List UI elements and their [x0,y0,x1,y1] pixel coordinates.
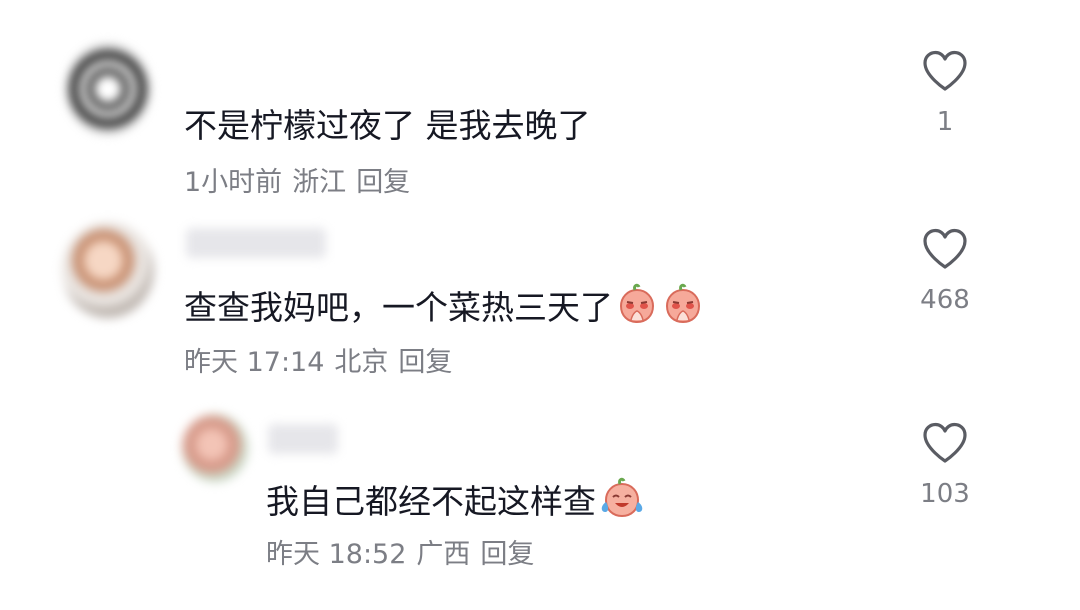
peach-praying-emoji [615,282,659,337]
comment-location: 浙江 [292,167,347,198]
comment-text: 不是柠檬过夜了 是我去晚了 [184,106,591,145]
comment-text-content: 我自己都经不起这样查 [266,482,596,521]
like-count: 1 [936,107,954,137]
comment-text-content: 查查我妈吧，一个菜热三天了 [184,288,613,327]
comment-meta: 1小时前 浙江 回复 [184,166,420,200]
avatar[interactable] [182,414,248,482]
username-blurred[interactable] [186,228,326,258]
comment-location: 广西 [416,539,471,570]
username-blurred[interactable] [268,424,338,454]
reply-button[interactable]: 回复 [480,539,534,570]
comment-time: 1小时前 [184,167,283,198]
comment-text: 查查我妈吧，一个菜热三天了 [184,282,705,337]
like-count: 103 [920,479,970,509]
reply-button[interactable]: 回复 [356,167,410,198]
comment-time: 昨天 18:52 [266,539,407,570]
peach-praying-emoji [661,282,705,337]
heart-outline-icon [923,228,967,269]
like-button[interactable]: 103 [905,422,985,510]
heart-outline-icon [923,50,967,91]
like-button[interactable]: 1 [905,50,985,138]
comment-meta: 昨天 17:14 北京 回复 [184,346,462,380]
avatar[interactable] [62,222,154,318]
comment-time: 昨天 17:14 [184,347,325,378]
heart-outline-icon [923,422,967,463]
like-button[interactable]: 468 [905,228,985,316]
comment-text: 我自己都经不起这样查 [266,476,646,531]
avatar[interactable] [66,44,150,134]
like-count: 468 [920,285,970,315]
comment-location: 北京 [334,347,389,378]
reply-button[interactable]: 回复 [398,347,452,378]
comment-meta: 昨天 18:52 广西 回复 [266,538,544,572]
peach-laugh-cry-emoji [598,476,646,531]
bottom-fade [0,572,1080,610]
